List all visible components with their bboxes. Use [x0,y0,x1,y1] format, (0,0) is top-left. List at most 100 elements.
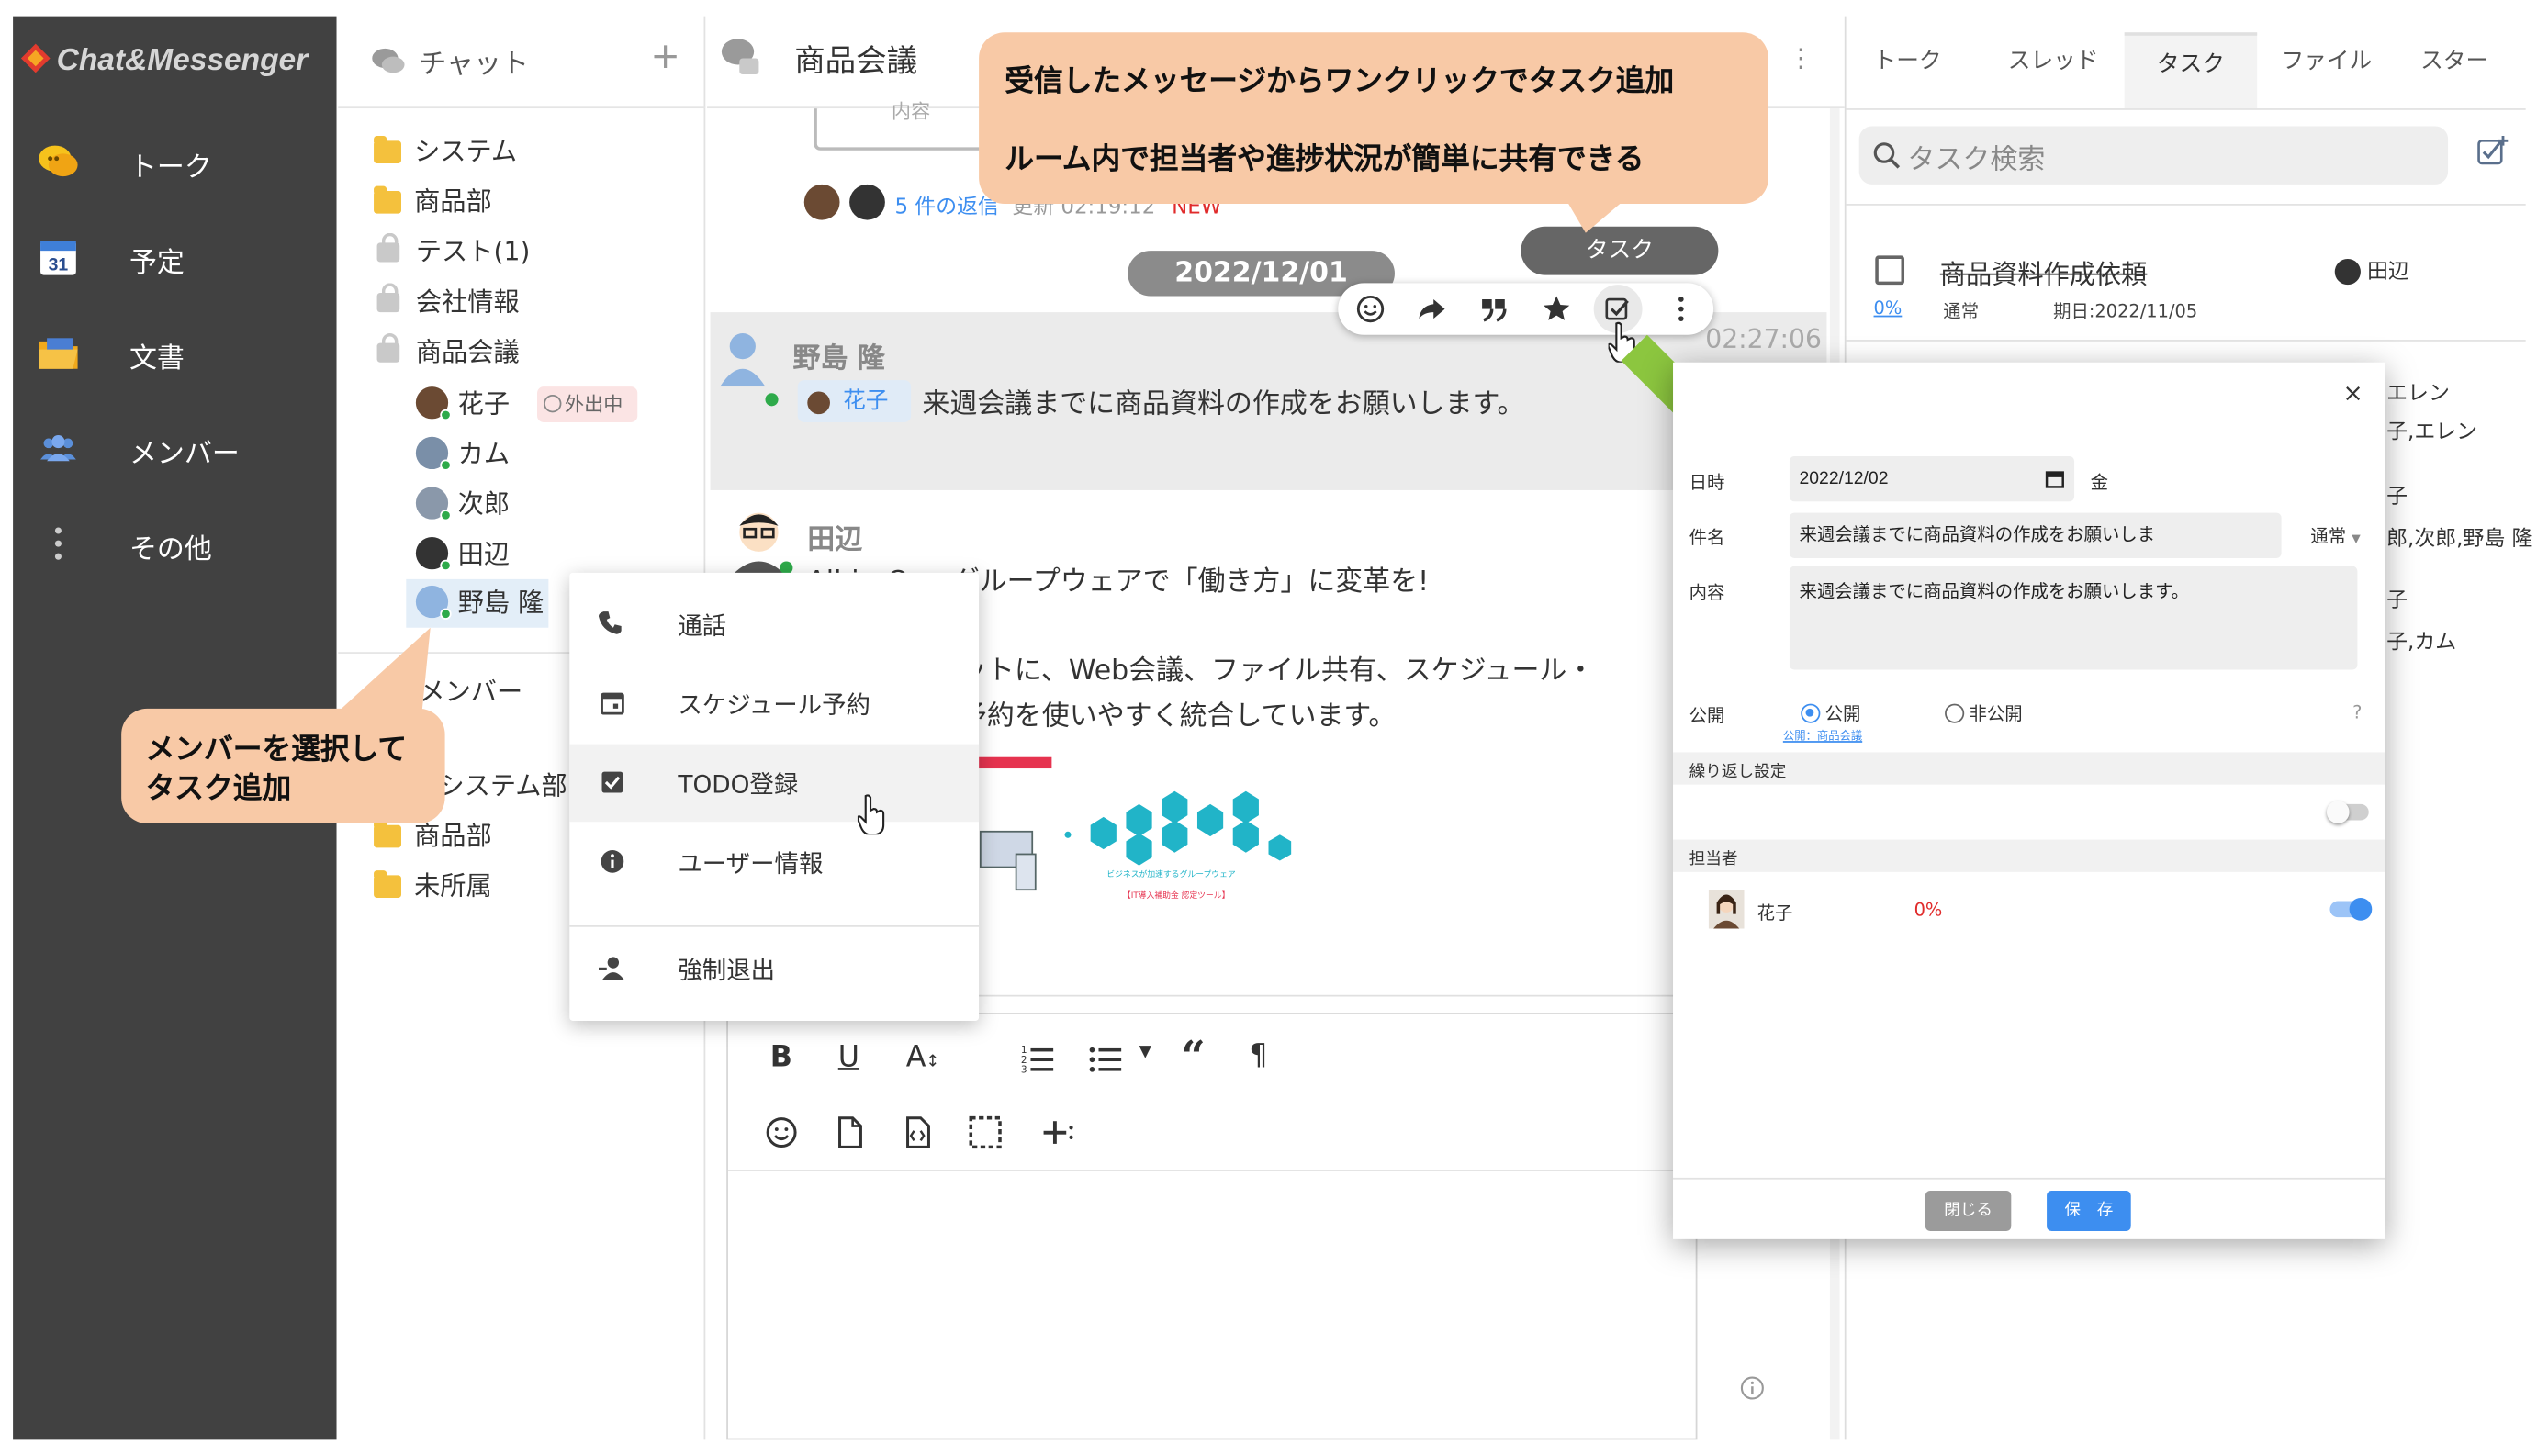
bullet-list-icon[interactable] [1087,1040,1123,1076]
nav-schedule-label: 予定 [129,247,185,280]
nav-members[interactable]: メンバー [13,412,336,484]
menu-item-call[interactable]: 通話 [569,586,979,664]
tab-talk[interactable]: トーク [1847,32,1970,108]
emoji-icon[interactable] [1354,293,1386,325]
nav-documents-label: 文書 [129,342,185,375]
file-icon[interactable] [832,1114,868,1150]
devices-icon [979,830,1037,891]
nav-schedule[interactable]: 31 予定 [13,221,336,293]
task-dialog: × 日時 2022/12/02 金 件名 来週会議までに商品資料の作成をお願いし… [1673,362,2385,1239]
task-search-input[interactable]: タスク検索 [1858,126,2449,185]
repeat-section-header: 繰り返し設定 [1673,752,2385,785]
room-lock-chat-icon [721,39,759,75]
folder-system[interactable]: システム [374,131,517,174]
font-size-button[interactable]: A↕ [906,1040,940,1074]
tab-thread[interactable]: スレッド [1989,32,2118,108]
away-icon [544,394,562,413]
menu-item-force-leave[interactable]: 強制退出 [569,930,979,1008]
info-icon[interactable] [1739,1375,1765,1401]
tab-file[interactable]: ファイル [2257,32,2397,108]
nav-more-label: その他 [129,533,212,566]
nav-documents[interactable]: 文書 [13,317,336,388]
new-task-icon[interactable] [2475,133,2511,172]
add-chat-button[interactable]: + [650,38,679,78]
folder-products[interactable]: 商品部 [374,181,492,223]
tab-task[interactable]: タスク [2124,32,2258,109]
room-company-info[interactable]: 会社情報 [376,282,520,324]
mention-chip[interactable]: 花子 [797,380,912,422]
repeat-toggle[interactable] [2326,801,2369,823]
forward-icon[interactable] [1416,293,1448,325]
content-textarea[interactable]: 来週会議までに商品資料の作成をお願いします。 [1789,566,2358,670]
radio-public[interactable]: 公開 [1801,700,1860,726]
message-text-line: ットに、Web会議、ファイル共有、スケジュール・ [959,655,1595,688]
message-composer[interactable]: B U A↕ 123 ▼ “ ¶ [726,1013,1698,1440]
avatar [2334,258,2361,286]
menu-item-user-info[interactable]: ユーザー情報 [569,823,979,902]
folder-unassigned[interactable]: 未所属 [374,866,492,908]
code-file-icon[interactable] [900,1114,936,1150]
menu-item-schedule[interactable]: スケジュール予約 [569,665,979,743]
task-priority: 通常 [1943,300,1980,322]
save-button[interactable]: 保 存 [2047,1190,2131,1232]
phone-icon [598,611,622,634]
room-product-meeting[interactable]: 商品会議 [376,331,520,374]
content-label: 内容 [1689,582,1725,604]
lock-icon [376,232,400,263]
member-nojima-selected[interactable]: 野島 隆 [406,578,549,628]
hand-cursor-icon [857,794,885,835]
task-title[interactable]: 商品資料作成依頼 [1940,252,2148,291]
task-due: 期日:2022/11/05 [2053,300,2198,322]
chevron-down-icon[interactable]: ▼ [1139,1044,1152,1061]
assignee-section-header: 担当者 [1673,839,2385,872]
underline-button[interactable]: U [838,1040,859,1074]
member-kamu[interactable]: カム [415,433,510,476]
priority-select[interactable]: 通常 ▼ [2310,522,2360,548]
folder-system-dept[interactable]: システム部 [439,766,567,808]
weekday: 金 [2090,472,2109,494]
avatar [726,507,793,575]
logo-mark-icon [20,43,51,73]
assignee-toggle[interactable] [2329,898,2373,921]
folder-icon [374,820,402,848]
room-title: 商品会議 [794,43,918,80]
blockquote-button[interactable]: “ [1181,1034,1205,1082]
tab-star[interactable]: スター [2397,32,2513,108]
quote-icon[interactable] [1477,293,1510,325]
menu-item-todo[interactable]: TODO登録 [569,744,980,823]
nav-talk[interactable]: トーク [13,126,336,197]
radio-private[interactable]: 非公開 [1945,700,2023,726]
nav-more[interactable]: その他 [13,508,336,579]
info-icon [601,850,624,873]
member-jiro[interactable]: 次郎 [415,484,510,526]
dialog-close-button[interactable]: × [2343,378,2363,408]
help-icon[interactable]: ? [2352,702,2362,723]
calendar-icon: 31 [40,241,76,275]
assignee-progress[interactable]: 0% [1914,900,1943,921]
emoji-icon[interactable] [764,1114,800,1150]
room-menu-button[interactable]: ⋮ [1788,42,1813,73]
insert-plus-icon[interactable] [1038,1114,1074,1150]
task-progress[interactable]: 0% [1874,297,1903,319]
divider [569,924,980,927]
more-icon[interactable] [1665,293,1697,325]
member-hanako[interactable]: 花子 [415,384,510,426]
bold-button[interactable]: B [770,1040,792,1074]
date-input[interactable]: 2022/12/02 [1789,455,2075,502]
search-icon [1873,142,1901,169]
task-checkbox[interactable] [1875,255,1905,286]
paragraph-button[interactable]: ¶ [1249,1038,1267,1072]
numbered-list-icon[interactable]: 123 [1019,1040,1055,1076]
room-test[interactable]: テスト(1) [376,231,530,274]
avatar [415,585,452,620]
member-tanabe[interactable]: 田辺 [415,534,510,577]
task-tooltip: タスク [1521,226,1719,275]
promo-image[interactable]: ビジネスが加速するグループウェア 【IT導入補助金 認定ツール】 [973,747,1301,913]
subject-input[interactable]: 来週会議までに商品資料の作成をお願いしま [1789,512,2282,558]
calendar-picker-icon[interactable] [2045,469,2064,488]
star-icon[interactable] [1541,293,1573,325]
screenshot-icon[interactable] [968,1114,1004,1150]
nav-members-label: メンバー [129,438,240,471]
public-scope-link[interactable]: 公開：商品会議 [1783,728,1862,745]
close-button[interactable]: 閉じる [1925,1190,2012,1232]
